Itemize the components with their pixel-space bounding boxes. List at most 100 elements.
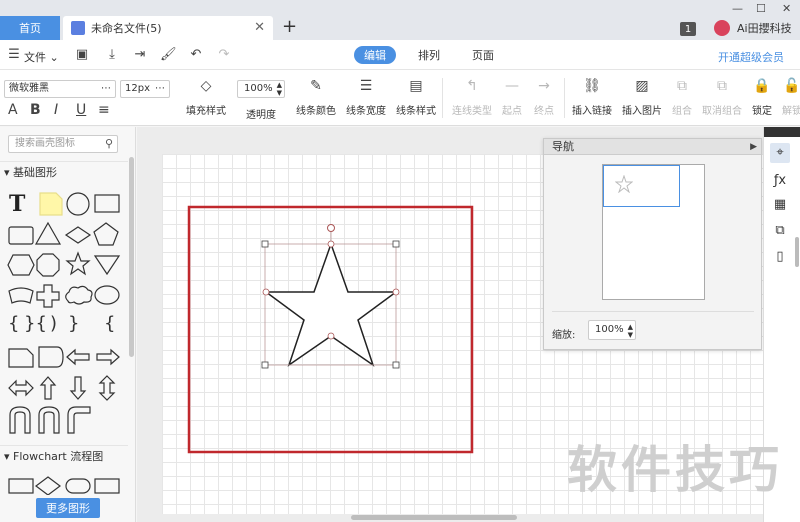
italic-button[interactable]: I <box>54 102 58 118</box>
font-color-button[interactable]: A <box>8 102 18 118</box>
u-turn-arrow-2-shape[interactable] <box>38 406 60 434</box>
close-tab-icon[interactable]: ✕ <box>254 20 265 35</box>
right-arrow-shape[interactable] <box>96 348 120 366</box>
text-shape[interactable]: T <box>9 191 26 217</box>
format-painter-icon[interactable]: 🖌 <box>160 47 177 63</box>
underline-button[interactable]: U <box>76 102 86 118</box>
rounded-rect-shape[interactable] <box>8 226 34 245</box>
flow-decision-shape[interactable] <box>35 476 61 495</box>
file-menu[interactable]: 文件 ⌄ <box>24 49 59 65</box>
minimize-icon[interactable]: — <box>732 2 743 15</box>
notification-badge[interactable]: 1 <box>680 22 696 36</box>
tab-page[interactable]: 页面 <box>462 46 504 64</box>
bracket-shape[interactable]: )} { <box>50 313 115 334</box>
navigator-icon[interactable]: ⌖ <box>770 143 790 163</box>
window-close-icon[interactable]: ✕ <box>782 2 791 15</box>
maximize-icon[interactable]: ☐ <box>756 2 766 15</box>
unlock-button[interactable]: 🔓 解锁 <box>782 76 800 117</box>
font-size-select[interactable]: 12px ⋯ <box>120 80 170 98</box>
rect-cut-shape[interactable] <box>8 348 34 368</box>
octagon-shape[interactable] <box>36 253 60 277</box>
group-button[interactable]: ⧉ 组合 <box>672 76 692 117</box>
export-icon[interactable]: ⇥ <box>132 47 148 63</box>
down-arrow-shape[interactable] <box>69 376 87 400</box>
corner-arrow-shape[interactable] <box>67 406 91 434</box>
note-shape[interactable] <box>39 192 63 216</box>
svg-text:{: { <box>8 313 19 334</box>
circle-shape[interactable] <box>66 192 90 216</box>
user-name[interactable]: Ai田攖科技 <box>737 20 792 36</box>
right-strip-scrollbar[interactable] <box>795 237 799 267</box>
home-tab[interactable]: 首页 <box>0 16 60 40</box>
insert-image-button[interactable]: ▨ 插入图片 <box>622 76 662 117</box>
section-basic-shapes[interactable]: ▾ 基础图形 <box>0 161 128 183</box>
pages-icon[interactable]: ⧉ <box>770 221 790 241</box>
inverted-triangle-shape[interactable] <box>93 255 121 276</box>
star-shape[interactable] <box>65 251 91 276</box>
cloud-shape[interactable] <box>65 285 93 305</box>
flow-terminator-shape[interactable] <box>65 478 91 494</box>
zoom-input[interactable]: 100% ▲ ▼ <box>588 320 636 340</box>
avatar[interactable] <box>714 20 730 36</box>
vertical-double-arrow-shape[interactable] <box>98 375 116 401</box>
font-family-select[interactable]: 微软雅黑 ⋯ <box>4 80 116 98</box>
shape-search-input[interactable]: 搜索画壳图标 ⚲ <box>8 135 118 153</box>
selected-star-shape[interactable] <box>261 224 400 369</box>
rectangle-shape[interactable] <box>94 194 120 213</box>
line-width-button[interactable]: ☰ 线条宽度 <box>346 76 386 117</box>
collapse-arrow-icon[interactable]: ▶ <box>750 139 757 155</box>
ellipse-shape[interactable] <box>94 285 120 305</box>
flow-process-shape[interactable] <box>8 478 34 494</box>
section-flowchart[interactable]: ▾ Flowchart 流程图 <box>0 445 128 467</box>
end-point-button[interactable]: → 终点 <box>534 76 554 117</box>
redo-icon[interactable]: ↷ <box>216 47 232 63</box>
double-arrow-shape[interactable] <box>8 379 34 397</box>
diamond-shape[interactable] <box>64 226 92 244</box>
align-button[interactable]: ≡ <box>98 102 110 118</box>
triangle-shape[interactable] <box>34 221 62 245</box>
start-point-icon: — <box>505 78 519 94</box>
group-label: 组合 <box>672 106 692 117</box>
navigator-header[interactable]: 导航 ▶ <box>544 139 761 155</box>
line-style-button[interactable]: ▤ 线条样式 <box>396 76 436 117</box>
flow-data-shape[interactable] <box>94 478 120 494</box>
line-color-button[interactable]: ✎ 线条颜色 <box>296 76 336 117</box>
hexagon-shape[interactable] <box>7 254 35 276</box>
up-arrow-shape[interactable] <box>39 376 57 400</box>
navigator-preview[interactable] <box>602 164 705 300</box>
download-icon[interactable]: ⤓ <box>104 47 120 63</box>
menu-icon[interactable]: ☰ <box>6 47 22 63</box>
bold-button[interactable]: B <box>30 102 41 118</box>
opacity-input[interactable]: 100% ▲ ▼ <box>237 80 285 98</box>
undo-icon[interactable]: ↶ <box>188 47 204 63</box>
new-tab-button[interactable]: + <box>282 16 297 37</box>
search-icon[interactable]: ⚲ <box>105 136 113 152</box>
canvas-horizontal-scrollbar[interactable] <box>351 515 517 520</box>
end-point-label: 终点 <box>534 106 554 117</box>
tab-arrange[interactable]: 排列 <box>408 46 450 64</box>
toolbar: 微软雅黑 ⋯ 12px ⋯ A B I U ≡ ◇ 填充样式 100% ▲ ▼ 透明度 … <box>0 70 800 126</box>
vip-link[interactable]: 开通超级会员 <box>718 49 784 65</box>
rotation-handle[interactable] <box>327 224 335 232</box>
start-point-button[interactable]: — 起点 <box>502 76 522 117</box>
connector-type-button[interactable]: ↰ 连线类型 <box>452 76 492 117</box>
fill-style-button[interactable]: ◇ 填充样式 <box>186 76 226 117</box>
document-page-icon[interactable]: ▯ <box>770 247 790 267</box>
document-tab[interactable]: 未命名文件(5) ✕ <box>63 16 273 40</box>
calendar-icon[interactable]: ▦ <box>770 195 790 215</box>
process-round-shape[interactable] <box>38 346 64 368</box>
formula-icon[interactable]: ƒx <box>770 171 790 191</box>
left-arrow-shape[interactable] <box>66 348 90 366</box>
lock-button[interactable]: 🔒 锁定 <box>752 76 772 117</box>
more-shapes-button[interactable]: 更多图形 <box>36 498 100 518</box>
tab-edit[interactable]: 编辑 <box>354 46 396 64</box>
insert-link-button[interactable]: ⛓ 插入链接 <box>572 76 612 117</box>
shape-panel-scrollbar[interactable] <box>129 157 134 357</box>
cross-shape[interactable] <box>36 284 60 308</box>
save-icon[interactable]: ▣ <box>74 47 90 63</box>
ungroup-button[interactable]: ⧉ 取消组合 <box>702 76 742 117</box>
u-turn-arrow-shape[interactable] <box>9 406 31 434</box>
brace-shape[interactable]: {}{ <box>8 313 47 334</box>
pentagon-shape[interactable] <box>93 222 119 246</box>
banner-shape[interactable] <box>8 287 34 304</box>
